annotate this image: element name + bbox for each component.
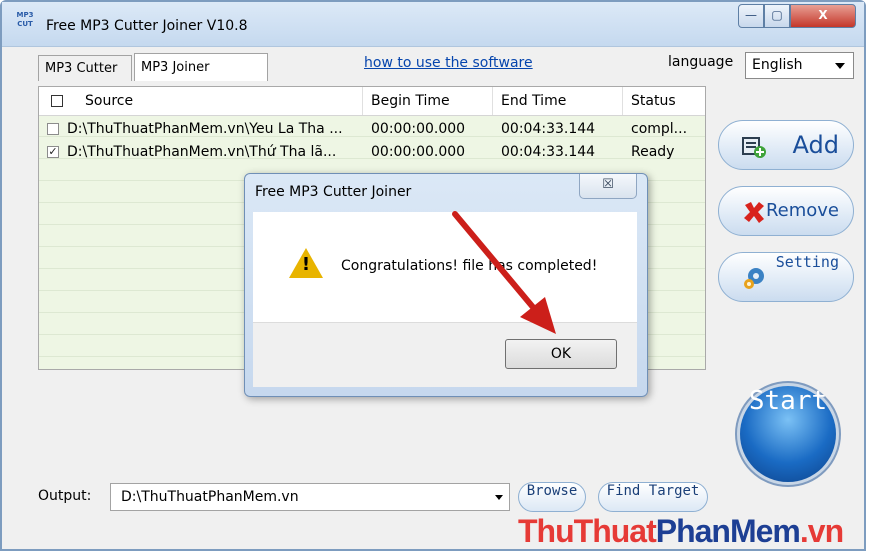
table-row[interactable]: D:\ThuThuatPhanMem.vn\Yeu La Tha ... 00:… — [39, 118, 705, 140]
output-label: Output: — [38, 488, 92, 504]
add-file-icon — [742, 137, 766, 158]
output-path-value: D:\ThuThuatPhanMem.vn — [121, 489, 299, 505]
chevron-down-icon[interactable] — [495, 495, 503, 500]
row-status: compl... — [631, 121, 688, 137]
dialog-body: ! Congratulations! file has completed! — [253, 212, 637, 322]
find-target-button[interactable]: Find Target — [598, 482, 708, 512]
tab-mp3-cutter[interactable]: MP3 Cutter — [38, 55, 132, 81]
row-end-time: 00:04:33.144 — [501, 144, 596, 160]
minimize-button[interactable]: — — [738, 4, 764, 28]
start-button[interactable]: Start — [740, 386, 836, 482]
watermark-part-2: PhanMem — [655, 513, 801, 549]
row-source: D:\ThuThuatPhanMem.vn\Yeu La Tha ... — [67, 121, 343, 137]
watermark-part-3: .vn — [799, 513, 844, 549]
app-logo-icon: MP3 CUT — [14, 11, 36, 33]
remove-button[interactable]: Remove — [718, 186, 854, 236]
watermark-logo: ThuThuatPhanMem.vn — [518, 513, 844, 550]
completion-dialog: Free MP3 Cutter Joiner ☒ ! Congratulatio… — [244, 173, 648, 397]
row-begin-time: 00:00:00.000 — [371, 121, 466, 137]
dialog-close-button[interactable]: ☒ — [579, 174, 637, 199]
dialog-title: Free MP3 Cutter Joiner — [255, 184, 412, 200]
row-status: Ready — [631, 144, 675, 160]
row-checkbox[interactable] — [47, 123, 59, 135]
language-label: language — [668, 54, 734, 70]
watermark-part-1: ThuThuat — [518, 513, 657, 549]
chevron-down-icon — [835, 63, 845, 69]
window-title: Free MP3 Cutter Joiner V10.8 — [46, 18, 248, 34]
gear-icon — [744, 268, 764, 289]
remove-x-icon — [744, 202, 764, 223]
browse-button[interactable]: Browse — [518, 482, 586, 512]
row-checkbox[interactable]: ✓ — [47, 146, 59, 158]
column-header-begin-time[interactable]: Begin Time — [363, 87, 493, 115]
select-all-checkbox[interactable] — [51, 95, 63, 107]
setting-button[interactable]: Setting — [718, 252, 854, 302]
language-select[interactable]: English — [745, 52, 854, 79]
list-header: Source Begin Time End Time Status — [39, 87, 705, 116]
setting-button-label: Setting — [775, 253, 839, 271]
maximize-button[interactable]: ▢ — [764, 4, 790, 28]
help-link[interactable]: how to use the software — [364, 55, 533, 71]
row-end-time: 00:04:33.144 — [501, 121, 596, 137]
app-logo-top: MP3 — [16, 11, 34, 19]
column-header-end-time[interactable]: End Time — [493, 87, 623, 115]
ok-button[interactable]: OK — [505, 339, 617, 369]
column-header-status[interactable]: Status — [623, 87, 705, 115]
add-button[interactable]: Add — [718, 120, 854, 170]
dialog-message: Congratulations! file has completed! — [341, 258, 598, 274]
language-selected-value: English — [752, 57, 803, 73]
add-button-label: Add — [792, 131, 839, 159]
table-row[interactable]: ✓ D:\ThuThuatPhanMem.vn\Thứ Tha lã... 00… — [39, 141, 705, 163]
output-path-combobox[interactable]: D:\ThuThuatPhanMem.vn — [110, 483, 510, 511]
app-logo-bottom: CUT — [17, 20, 33, 28]
row-source: D:\ThuThuatPhanMem.vn\Thứ Tha lã... — [67, 144, 337, 160]
row-begin-time: 00:00:00.000 — [371, 144, 466, 160]
warning-exclamation: ! — [301, 254, 311, 275]
column-header-source[interactable]: Source — [39, 87, 363, 115]
remove-button-label: Remove — [765, 200, 839, 221]
close-button[interactable]: X — [790, 4, 856, 28]
tab-mp3-joiner[interactable]: MP3 Joiner — [134, 53, 268, 81]
title-bar: MP3 CUT Free MP3 Cutter Joiner V10.8 — ▢… — [2, 2, 864, 47]
